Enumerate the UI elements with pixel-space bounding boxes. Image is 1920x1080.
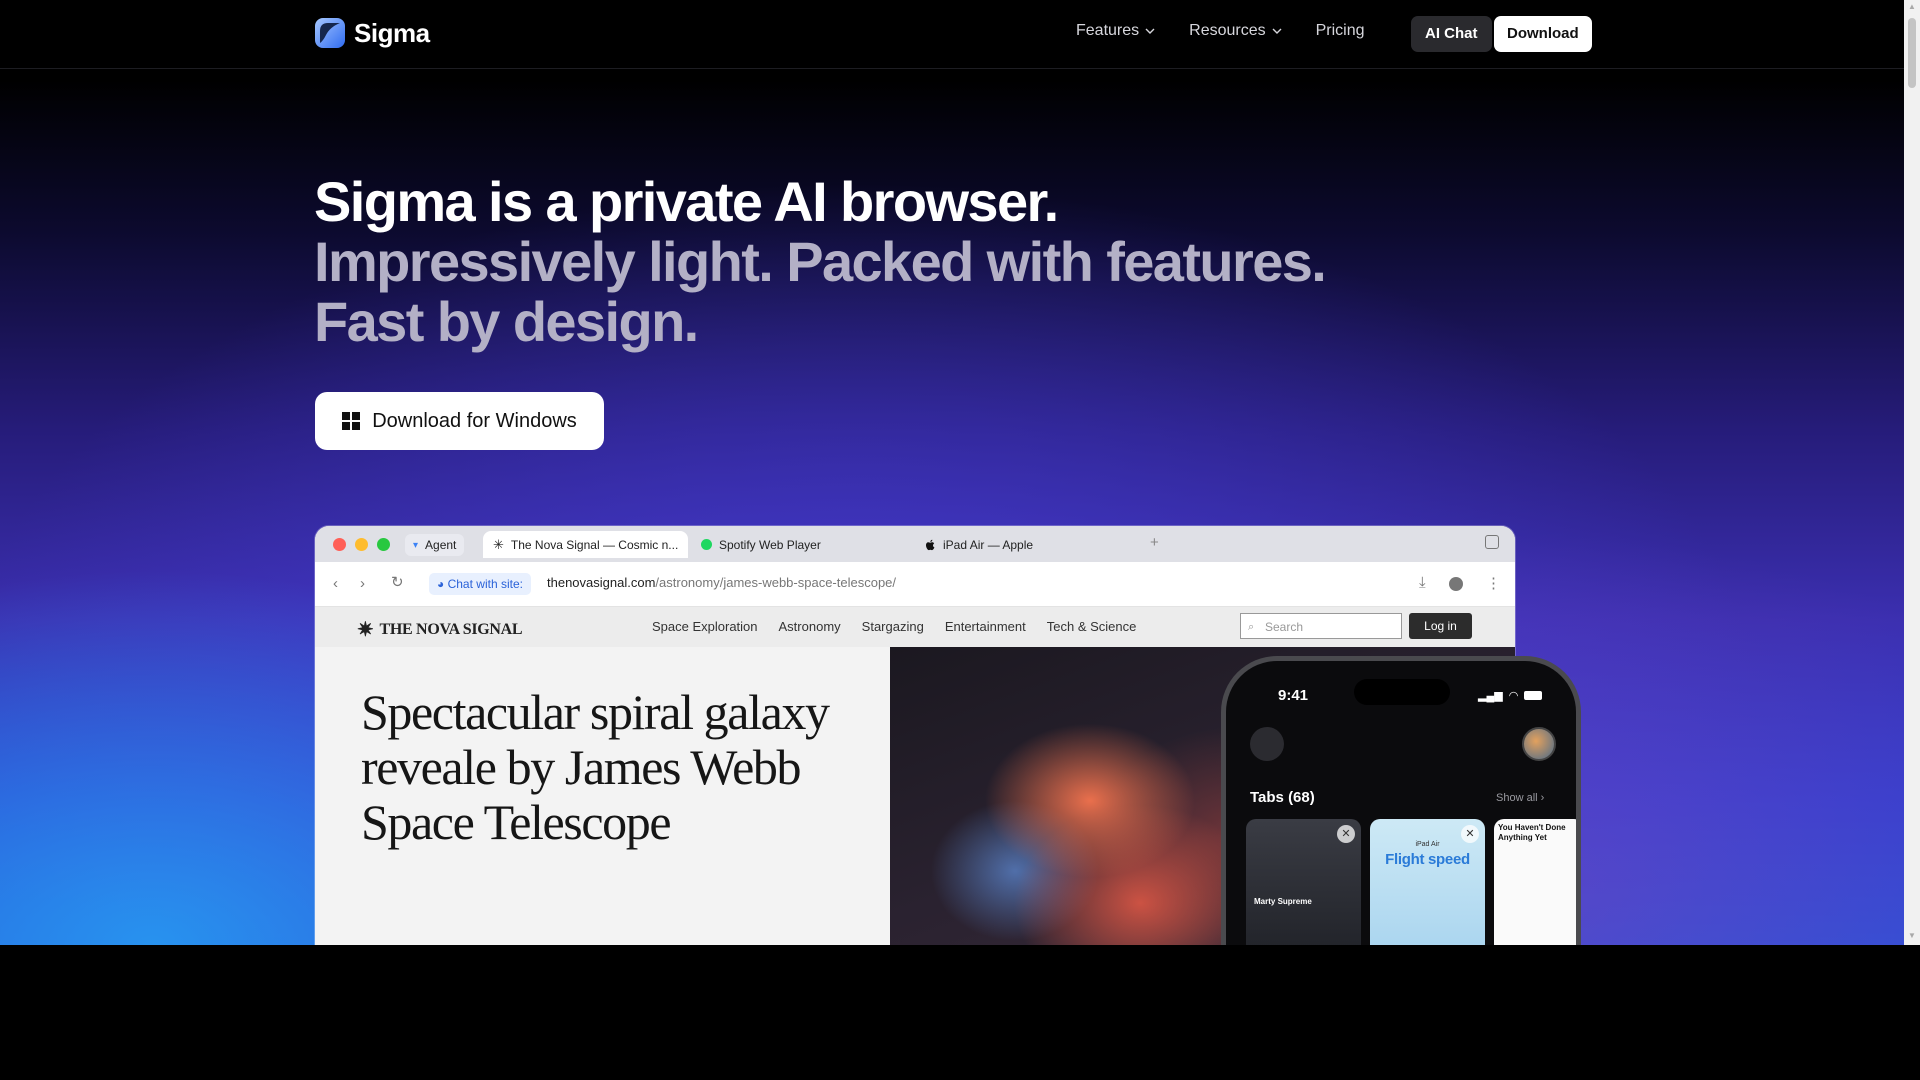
window-minimize-dot [355, 538, 368, 551]
nav-pricing[interactable]: Pricing [1316, 22, 1365, 40]
article-headline[interactable]: Spectacular spiral galaxy reveale by Jam… [361, 685, 871, 850]
nav-resources[interactable]: Resources [1189, 22, 1282, 40]
tab-spotify[interactable]: Spotify Web Player [701, 531, 821, 558]
nav-resources-label: Resources [1189, 22, 1266, 39]
battery-icon [1524, 691, 1543, 700]
chat-with-site-chip[interactable]: ◕ Chat with site: [429, 573, 531, 595]
page-viewport: Sigma Features Resources Pricing AI Chat… [0, 0, 1904, 945]
nav-features[interactable]: Features [1076, 22, 1155, 40]
site-nav-space-exploration[interactable]: Space Exploration [652, 619, 758, 634]
show-all-link[interactable]: Show all › [1496, 792, 1544, 804]
windows-icon [342, 412, 361, 430]
download-for-windows-label: Download for Windows [372, 409, 577, 432]
nova-signal-logo[interactable]: ✷ THE NOVA SIGNAL [357, 617, 523, 642]
chat-with-site-label: Chat with site: [447, 577, 523, 591]
browser-tabstrip: ▾ Agent ✳ The Nova Signal — Cosmic n... … [315, 526, 1515, 562]
scroll-down-icon[interactable]: ▼ [1907, 931, 1917, 941]
profile-icon[interactable] [1449, 577, 1463, 591]
chevron-right-icon: › [1540, 792, 1545, 804]
chevron-down-icon [1272, 28, 1282, 34]
hero-line-3: Fast by design. [314, 290, 699, 353]
tab-agent-label: Agent [425, 538, 457, 552]
avatar[interactable] [1522, 727, 1556, 761]
url-path: /astronomy/james-webb-space-telescope/ [655, 575, 897, 590]
site-search-placeholder: Search [1265, 620, 1304, 634]
article-panel: Spectacular spiral galaxy reveale by Jam… [315, 647, 890, 945]
search-icon: ⌕ [1248, 621, 1255, 633]
more-menu-icon[interactable]: ⋮ [1486, 574, 1501, 592]
phone-mockup: 9:41 ▂▄▆ ◠ Tabs (68) Show all › ✕ Marty … [1221, 656, 1581, 945]
site-search-input[interactable]: ⌕ Search [1240, 613, 1402, 639]
tab-card-1-title: Marty Supreme [1254, 897, 1312, 906]
nav-features-label: Features [1076, 22, 1140, 39]
show-all-label: Show all [1496, 792, 1538, 804]
tab-ipad-label: iPad Air — Apple [943, 537, 1034, 552]
wifi-icon: ◠ [1508, 690, 1519, 702]
tab-card-3-title: You Haven't Done Anything Yet [1498, 823, 1566, 842]
site-header: ✷ THE NOVA SIGNAL Space Exploration Astr… [315, 607, 1515, 647]
brand-name: Sigma [354, 17, 430, 48]
site-nav-entertainment[interactable]: Entertainment [945, 619, 1026, 634]
apple-icon [926, 539, 935, 550]
site-nav-stargazing[interactable]: Stargazing [862, 619, 924, 634]
incognito-icon[interactable] [1250, 727, 1284, 761]
tab-ipad[interactable]: iPad Air — Apple [925, 531, 1033, 558]
nav-pricing-label: Pricing [1315, 22, 1365, 39]
tab-overview-icon[interactable] [1485, 535, 1499, 549]
agent-icon: ▾ [413, 539, 419, 551]
chat-bubble-icon: ◕ [437, 577, 445, 591]
address-bar[interactable]: thenovasignal.com/astronomy/james-webb-s… [547, 575, 896, 590]
chevron-down-icon [1145, 28, 1155, 34]
tab-card-2-title: Flight speed [1385, 851, 1470, 868]
top-navbar: Sigma Features Resources Pricing AI Chat… [0, 0, 1904, 69]
site-nav: Space Exploration Astronomy Stargazing E… [652, 619, 1136, 634]
site-nav-astronomy[interactable]: Astronomy [779, 619, 841, 634]
tabs-title: Tabs (68) [1250, 789, 1315, 806]
tab-agent[interactable]: ▾ Agent [405, 534, 465, 556]
url-domain: thenovasignal.com [547, 575, 656, 590]
ai-chat-button[interactable]: AI Chat [1411, 16, 1492, 52]
dynamic-island [1354, 679, 1450, 705]
phone-time: 9:41 [1278, 687, 1309, 704]
nav-download-button[interactable]: Download [1494, 16, 1592, 52]
nav-links: Features Resources Pricing [1076, 22, 1365, 40]
nova-star-icon: ✷ [357, 619, 374, 641]
tab-nova-signal[interactable]: ✳ The Nova Signal — Cosmic n... [483, 531, 689, 558]
hero-heading: Sigma is a private AI browser. Impressiv… [314, 170, 1327, 353]
signal-icon: ▂▄▆ [1478, 690, 1503, 702]
tab-card-2[interactable]: ✕ iPad Air Flight speed [1370, 819, 1485, 945]
site-nav-tech-science[interactable]: Tech & Science [1047, 619, 1137, 634]
browser-toolbar: ‹ › ↻ ◕ Chat with site: thenovasignal.co… [315, 562, 1515, 607]
sigma-logo-icon [315, 18, 345, 48]
scroll-up-icon[interactable]: ▲ [1907, 2, 1917, 12]
nova-signal-name: THE NOVA SIGNAL [379, 620, 523, 638]
tab-spotify-label: Spotify Web Player [719, 537, 821, 552]
download-for-windows-button[interactable]: Download for Windows [315, 392, 604, 450]
new-tab-icon[interactable]: + [1150, 534, 1159, 551]
page-scrollbar[interactable]: ▲ ▼ [1904, 0, 1920, 945]
window-maximize-dot [377, 538, 390, 551]
hero-line-1: Sigma is a private AI browser. [314, 170, 1059, 233]
back-icon[interactable]: ‹ [333, 575, 338, 592]
phone-status-icons: ▂▄▆ ◠ [1478, 689, 1543, 702]
window-close-dot [333, 538, 346, 551]
reload-icon[interactable]: ↻ [391, 573, 404, 591]
close-icon[interactable]: ✕ [1337, 825, 1355, 843]
spotify-icon [701, 539, 712, 550]
tab-card-2-subtitle: iPad Air [1415, 841, 1440, 848]
tab-card-1[interactable]: ✕ Marty Supreme [1246, 819, 1361, 945]
download-icon[interactable]: ⤓ [1419, 574, 1426, 591]
forward-icon[interactable]: › [360, 575, 365, 592]
hero-line-2: Impressively light. Packed with features… [314, 230, 1327, 293]
tab-card-3[interactable]: You Haven't Done Anything Yet [1494, 819, 1576, 945]
sigma-logo[interactable]: Sigma [314, 17, 430, 49]
scroll-thumb[interactable] [1908, 18, 1916, 88]
nova-icon: ✳ [493, 536, 504, 552]
site-login-button[interactable]: Log in [1409, 613, 1472, 639]
tab-nova-label: The Nova Signal — Cosmic n... [510, 537, 679, 552]
